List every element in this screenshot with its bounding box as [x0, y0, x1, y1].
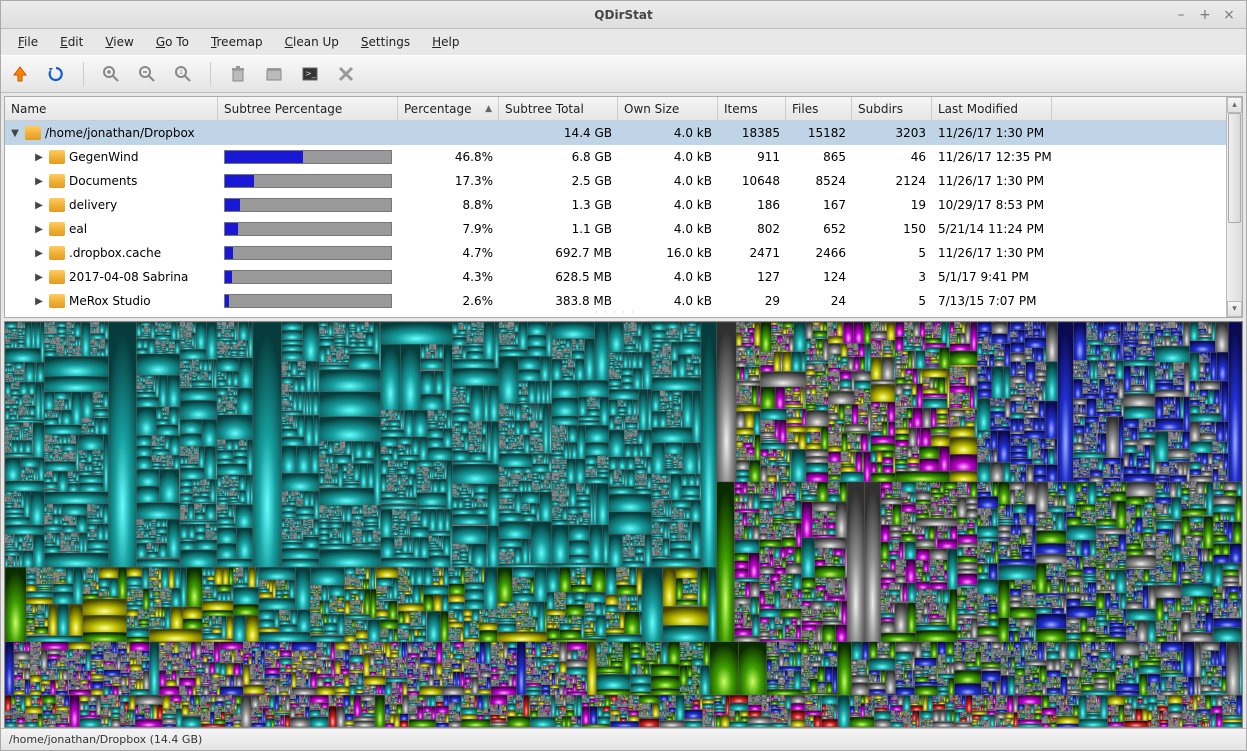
menu-goto[interactable]: Go To	[147, 32, 198, 52]
menu-view[interactable]: View	[96, 32, 142, 52]
svg-text:>_: >_	[305, 69, 317, 78]
expander-icon[interactable]: ▶	[33, 272, 45, 283]
menubar: File Edit View Go To Treemap Clean Up Se…	[1, 29, 1246, 55]
tree-header: Name Subtree Percentage Percentage▲ Subt…	[5, 97, 1226, 121]
percentage-bar	[224, 246, 392, 260]
delete-icon[interactable]	[335, 63, 357, 85]
menu-edit[interactable]: Edit	[51, 32, 92, 52]
menu-file[interactable]: File	[9, 32, 47, 52]
percentage-bar	[224, 270, 392, 284]
percentage-bar	[224, 150, 392, 164]
folder-icon	[49, 198, 65, 212]
terminal-icon[interactable]: >_	[299, 63, 321, 85]
scrollbar-thumb[interactable]	[1228, 113, 1241, 223]
column-percentage[interactable]: Percentage▲	[398, 97, 499, 120]
folder-icon	[49, 222, 65, 236]
percentage-bar	[224, 294, 392, 308]
table-row[interactable]: ▶Documents17.3%2.5 GB4.0 kB1064885242124…	[5, 169, 1226, 193]
column-subtree-percentage[interactable]: Subtree Percentage	[218, 97, 398, 120]
table-row[interactable]: ▶eal7.9%1.1 GB4.0 kB8026521505/21/14 11:…	[5, 217, 1226, 241]
table-row[interactable]: ▶.dropbox.cache4.7%692.7 MB16.0 kB247124…	[5, 241, 1226, 265]
menu-help[interactable]: Help	[423, 32, 468, 52]
column-files[interactable]: Files	[786, 97, 852, 120]
expander-icon[interactable]: ▶	[33, 296, 45, 307]
status-text: /home/jonathan/Dropbox (14.4 GB)	[9, 733, 202, 746]
vertical-scrollbar[interactable]: ▴ ▾	[1226, 97, 1242, 317]
menu-settings[interactable]: Settings	[352, 32, 419, 52]
column-name[interactable]: Name	[5, 97, 218, 120]
expander-icon[interactable]: ▶	[33, 200, 45, 211]
treemap-panel[interactable]	[4, 321, 1243, 728]
row-name: GegenWind	[69, 150, 138, 164]
scroll-up-button[interactable]: ▴	[1227, 97, 1242, 113]
window-title: QDirStat	[594, 8, 652, 22]
minimize-button[interactable]: –	[1174, 8, 1188, 22]
table-row[interactable]: ▶2017-04-08 Sabrina4.3%628.5 MB4.0 kB127…	[5, 265, 1226, 289]
svg-text:1: 1	[179, 69, 183, 76]
close-button[interactable]: ×	[1222, 8, 1236, 22]
sort-indicator-icon: ▲	[485, 104, 492, 114]
row-name: .dropbox.cache	[69, 246, 161, 260]
toolbar: 1 >_	[1, 55, 1246, 93]
folder-icon	[49, 246, 65, 260]
row-name: MeRox Studio	[69, 294, 151, 308]
titlebar: QDirStat – + ×	[1, 1, 1246, 29]
expander-icon[interactable]: ▶	[33, 152, 45, 163]
folder-icon	[49, 174, 65, 188]
expander-icon[interactable]: ▼	[9, 128, 21, 139]
expander-icon[interactable]: ▶	[33, 224, 45, 235]
maximize-button[interactable]: +	[1198, 8, 1212, 22]
row-name: Documents	[69, 174, 137, 188]
row-name: eal	[69, 222, 87, 236]
percentage-bar	[224, 174, 392, 188]
zoom-reset-icon[interactable]: 1	[172, 63, 194, 85]
row-name: /home/jonathan/Dropbox	[45, 126, 195, 140]
zoom-in-icon[interactable]	[100, 63, 122, 85]
trash-icon[interactable]	[227, 63, 249, 85]
row-name: 2017-04-08 Sabrina	[69, 270, 188, 284]
expander-icon[interactable]: ▶	[33, 248, 45, 259]
expander-icon[interactable]: ▶	[33, 176, 45, 187]
percentage-bar	[224, 222, 392, 236]
column-items[interactable]: Items	[718, 97, 786, 120]
table-row[interactable]: ▶delivery8.8%1.3 GB4.0 kB1861671910/29/1…	[5, 193, 1226, 217]
table-row[interactable]: ▼/home/jonathan/Dropbox14.4 GB4.0 kB1838…	[5, 121, 1226, 145]
folder-icon	[49, 294, 65, 308]
column-subtree-total[interactable]: Subtree Total	[499, 97, 618, 120]
refresh-icon[interactable]	[45, 63, 67, 85]
menu-treemap[interactable]: Treemap	[202, 32, 272, 52]
folder-icon	[49, 270, 65, 284]
column-own-size[interactable]: Own Size	[618, 97, 718, 120]
statusbar: /home/jonathan/Dropbox (14.4 GB)	[1, 728, 1246, 750]
column-last-modified[interactable]: Last Modified	[932, 97, 1052, 120]
scroll-down-button[interactable]: ▾	[1227, 301, 1242, 317]
percentage-bar	[224, 198, 392, 212]
up-arrow-icon[interactable]	[9, 63, 31, 85]
menu-cleanup[interactable]: Clean Up	[276, 32, 348, 52]
column-subdirs[interactable]: Subdirs	[852, 97, 932, 120]
folder-icon	[49, 150, 65, 164]
directory-tree-panel: Name Subtree Percentage Percentage▲ Subt…	[4, 96, 1243, 318]
splitter-handle[interactable]: · · · · ·	[595, 308, 636, 317]
folder-icon	[25, 126, 41, 140]
zoom-out-icon[interactable]	[136, 63, 158, 85]
archive-icon[interactable]	[263, 63, 285, 85]
table-row[interactable]: ▶GegenWind46.8%6.8 GB4.0 kB9118654611/26…	[5, 145, 1226, 169]
row-name: delivery	[69, 198, 117, 212]
